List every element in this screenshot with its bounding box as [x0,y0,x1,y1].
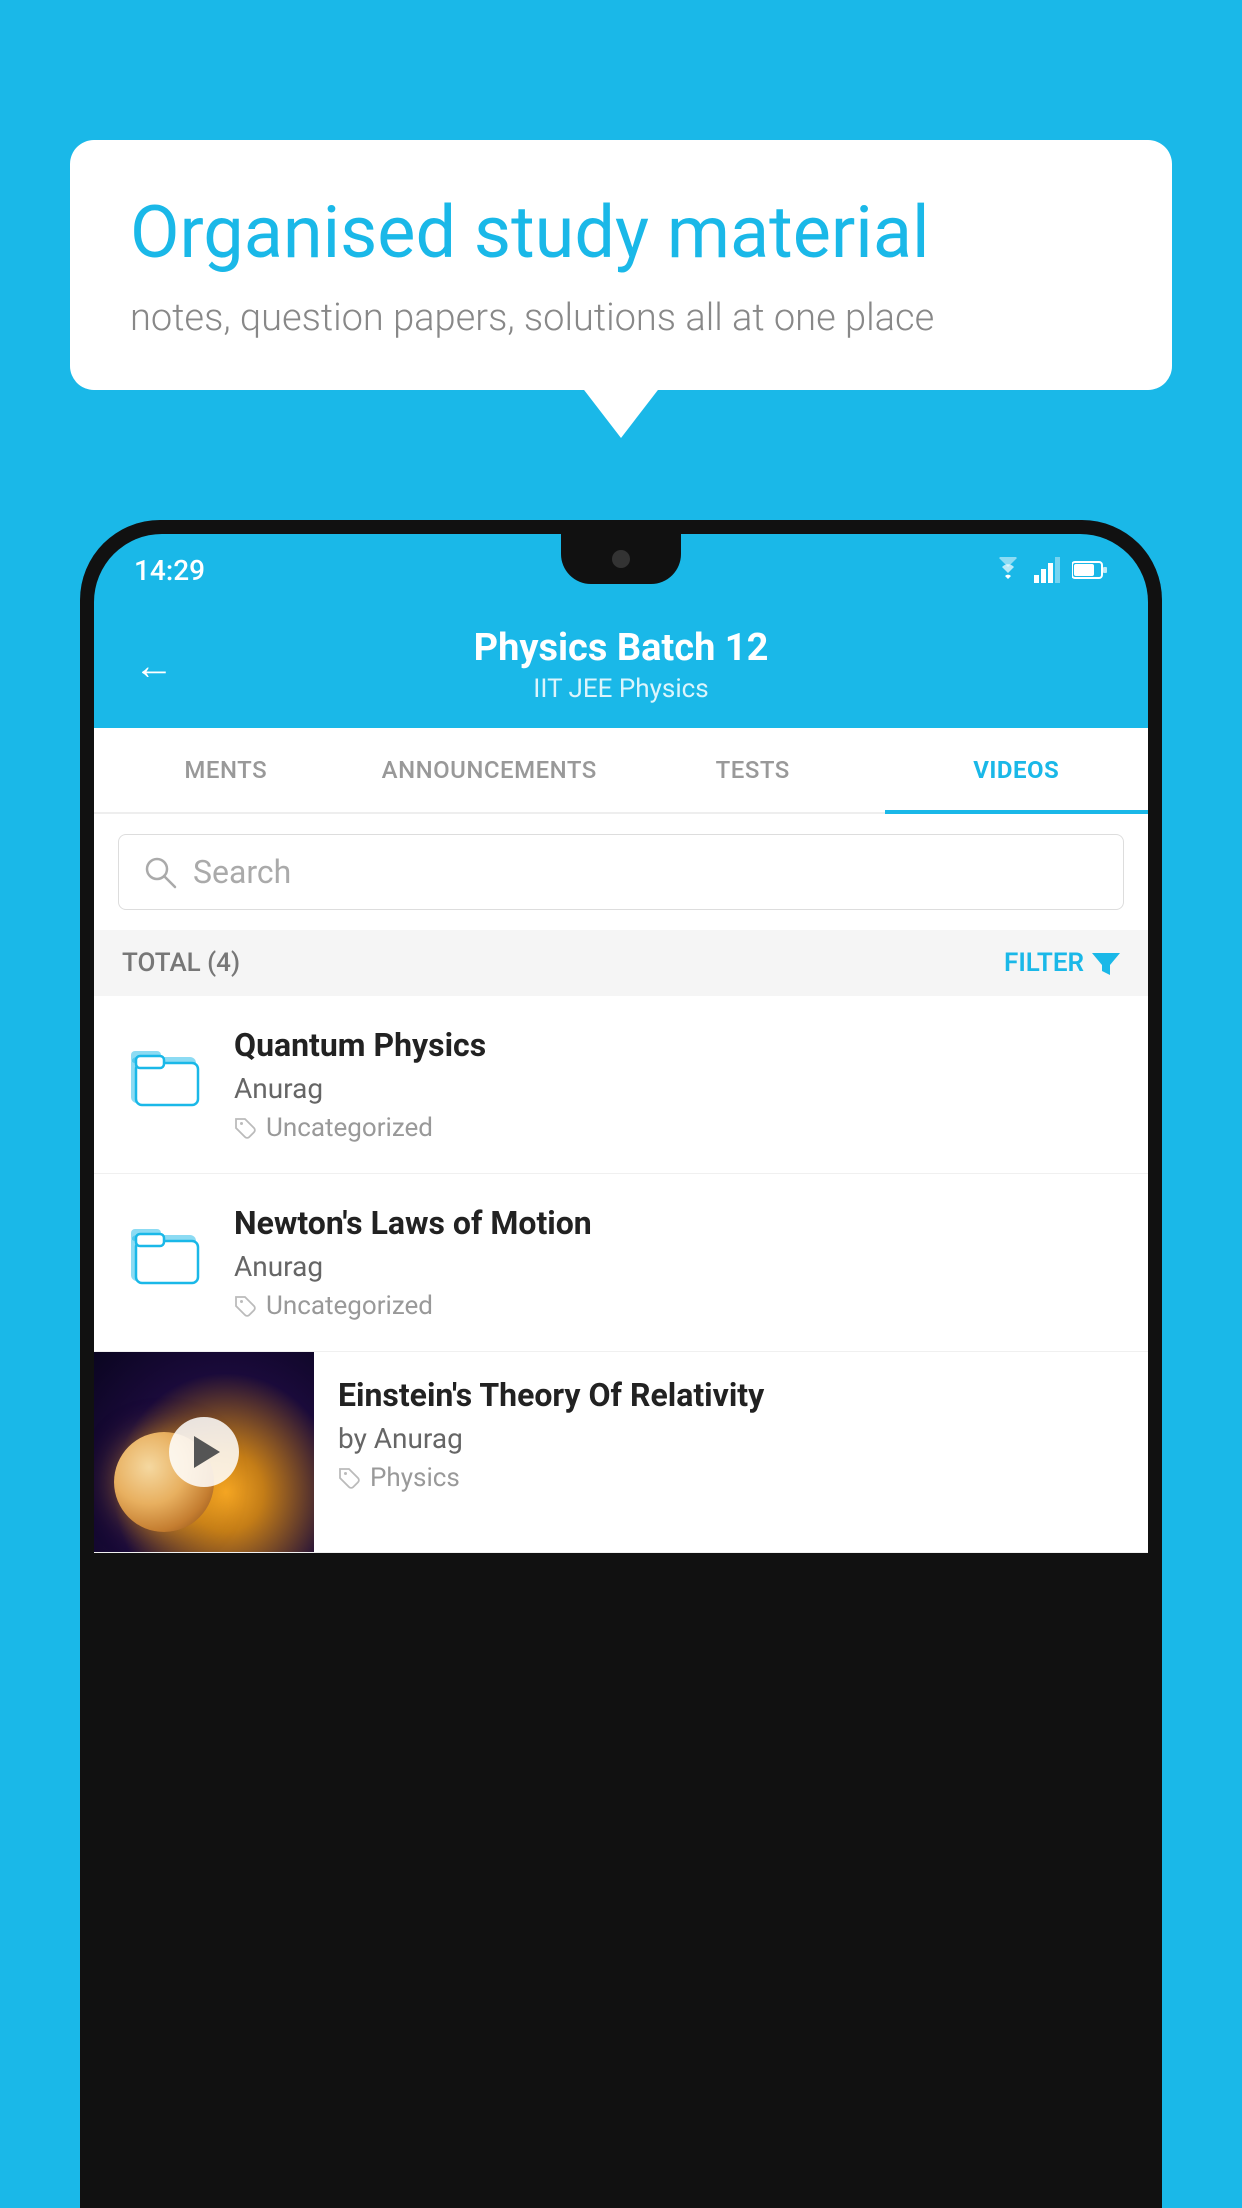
filter-button[interactable]: FILTER [1004,948,1120,978]
content-area: Quantum Physics Anurag Uncategorized [94,996,1148,1553]
tag-icon-2 [234,1294,258,1318]
folder-icon [122,1030,210,1118]
batch-title: Physics Batch 12 [474,626,769,670]
speech-bubble-section: Organised study material notes, question… [70,140,1172,390]
list-item[interactable]: Quantum Physics Anurag Uncategorized [94,996,1148,1174]
tab-videos[interactable]: VIDEOS [885,728,1149,812]
search-bar[interactable]: Search [118,834,1124,910]
filter-bar: TOTAL (4) FILTER [94,930,1148,996]
item-details-3: Einstein's Theory Of Relativity by Anura… [314,1352,1148,1517]
folder-svg-1 [126,1039,206,1109]
item-tag-2: Uncategorized [234,1291,1120,1321]
speech-bubble-title: Organised study material [130,190,1112,276]
item-title-3: Einstein's Theory Of Relativity [338,1376,1128,1414]
list-item[interactable]: Einstein's Theory Of Relativity by Anura… [94,1352,1148,1553]
search-input[interactable]: Search [193,853,291,891]
tab-ments[interactable]: MENTS [94,728,358,812]
list-item[interactable]: Newton's Laws of Motion Anurag Uncategor… [94,1174,1148,1352]
total-count: TOTAL (4) [122,948,240,978]
header-title: Physics Batch 12 IIT JEE Physics [474,626,769,704]
battery-icon [1072,560,1108,580]
search-icon [143,855,177,889]
batch-subtitle: IIT JEE Physics [474,674,769,704]
play-button[interactable] [169,1417,239,1487]
filter-icon [1092,949,1120,977]
status-time: 14:29 [134,554,205,587]
speech-bubble-subtitle: notes, question papers, solutions all at… [130,296,1112,340]
video-thumbnail [94,1352,314,1552]
tab-tests[interactable]: TESTS [621,728,885,812]
item-author-2: Anurag [234,1250,1120,1283]
item-details-1: Quantum Physics Anurag Uncategorized [234,1026,1120,1143]
item-title-2: Newton's Laws of Motion [234,1204,1120,1242]
item-title-1: Quantum Physics [234,1026,1120,1064]
item-tag-1: Uncategorized [234,1113,1120,1143]
app-header: ← Physics Batch 12 IIT JEE Physics [94,606,1148,728]
status-icons [990,557,1108,583]
play-icon [194,1436,220,1468]
folder-icon-2 [122,1208,210,1296]
back-button[interactable]: ← [134,642,174,689]
tab-announcements[interactable]: ANNOUNCEMENTS [358,728,622,812]
item-tag-3: Physics [338,1463,1128,1493]
camera [612,550,630,568]
folder-svg-2 [126,1217,206,1287]
phone-frame: 14:29 [80,520,1162,2208]
notch [561,534,681,584]
phone-screen: 14:29 [94,534,1148,2208]
wifi-icon [990,557,1026,583]
speech-bubble: Organised study material notes, question… [70,140,1172,390]
tag-icon-3 [338,1466,362,1490]
tag-icon-1 [234,1116,258,1140]
tabs-bar: MENTS ANNOUNCEMENTS TESTS VIDEOS [94,728,1148,814]
search-container: Search [94,814,1148,930]
item-details-2: Newton's Laws of Motion Anurag Uncategor… [234,1204,1120,1321]
status-bar: 14:29 [94,534,1148,606]
item-author-3: by Anurag [338,1422,1128,1455]
item-author-1: Anurag [234,1072,1120,1105]
signal-icon [1034,557,1064,583]
